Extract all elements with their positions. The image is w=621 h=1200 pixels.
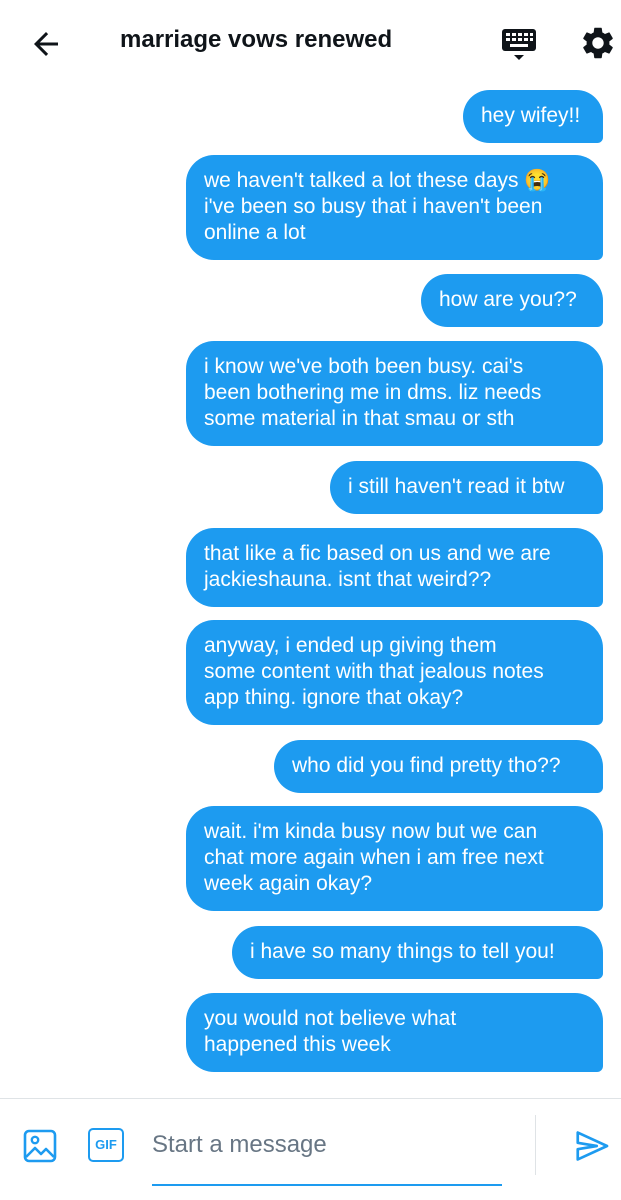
keyboard-button[interactable]	[499, 24, 539, 64]
gear-icon	[583, 27, 613, 59]
dm-screen: marriage vows renewed hey wifey!! we hav…	[0, 0, 621, 1200]
message-bubble[interactable]: you would not believe what happened this…	[186, 993, 603, 1072]
settings-button[interactable]	[579, 24, 617, 62]
message-bubble[interactable]: that like a fic based on us and we are j…	[186, 528, 603, 607]
send-icon	[576, 1131, 609, 1161]
message-bubble[interactable]: wait. i'm kinda busy now but we can chat…	[186, 806, 603, 911]
back-button[interactable]	[28, 26, 64, 62]
send-button[interactable]	[573, 1127, 611, 1165]
message-bubble[interactable]: who did you find pretty tho??	[274, 740, 603, 793]
message-bubble[interactable]: i know we've both been busy. cai's been …	[186, 341, 603, 446]
message-bubble[interactable]: we haven't talked a lot these days 😭 i'v…	[186, 155, 603, 260]
message-bubble[interactable]: anyway, i ended up giving them some cont…	[186, 620, 603, 725]
message-bubble[interactable]: i still haven't read it btw	[330, 461, 603, 514]
message-input-underline	[152, 1184, 502, 1186]
message-input[interactable]	[152, 1120, 502, 1170]
composer-separator	[535, 1115, 536, 1175]
message-bubble[interactable]: i have so many things to tell you!	[232, 926, 603, 979]
keyboard-icon	[502, 29, 536, 60]
conversation-header: marriage vows renewed	[0, 0, 621, 86]
message-bubble[interactable]: how are you??	[421, 274, 603, 327]
message-bubble[interactable]: hey wifey!!	[463, 90, 603, 143]
gif-button[interactable]: GIF	[88, 1128, 124, 1162]
add-image-button[interactable]	[22, 1128, 58, 1164]
conversation-title: marriage vows renewed	[120, 26, 393, 53]
arrow-left-icon	[34, 32, 58, 56]
image-icon	[23, 1129, 57, 1163]
